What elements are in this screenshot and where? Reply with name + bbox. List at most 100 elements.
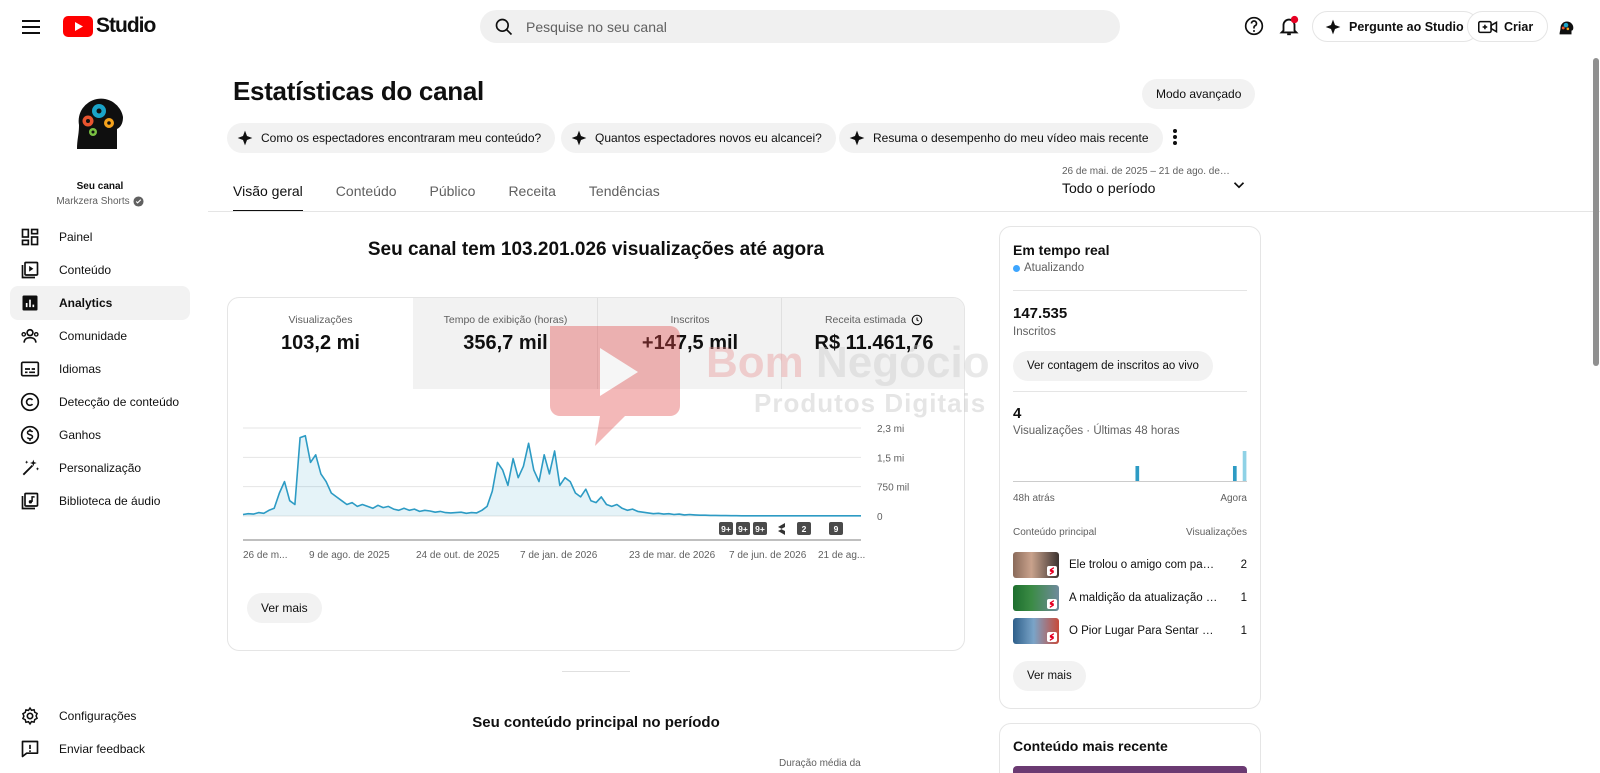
realtime-views-label: Visualizações · Últimas 48 horas (1013, 425, 1180, 437)
hamburger-menu-icon[interactable] (19, 15, 43, 39)
sidebar-item-biblioteca-audio[interactable]: Biblioteca de áudio (10, 484, 190, 518)
channel-label: Seu canal (76, 181, 124, 192)
account-avatar-icon[interactable] (1555, 16, 1577, 38)
video-thumbnail (1013, 618, 1059, 644)
sidebar-item-comunidade[interactable]: Comunidade (10, 319, 190, 353)
sidebar-item-conteudo[interactable]: Conteúdo (10, 253, 190, 287)
x-tick-label: 26 de m... (243, 550, 287, 561)
magic-wand-icon (22, 459, 40, 476)
metric-value: 356,7 mil (463, 332, 548, 354)
x-tick-label: 23 de mar. de 2026 (629, 550, 716, 561)
sparkle-icon (571, 130, 587, 146)
search-bar[interactable] (480, 10, 1120, 43)
sparkle-icon (237, 130, 253, 146)
publish-marker: 2 (797, 522, 811, 535)
metric-label-wrap: Receita estimada (782, 314, 964, 326)
metric-label: Visualizações (288, 314, 353, 326)
audio-library-icon (21, 492, 39, 510)
sidebar-item-feedback[interactable]: Enviar feedback (10, 732, 190, 766)
notifications-bell-icon[interactable] (1278, 15, 1300, 37)
youtube-studio-logo[interactable]: Studio (63, 14, 156, 38)
metric-value: +147,5 mil (641, 332, 739, 354)
sidebar-item-deteccao[interactable]: Detecção de conteúdo (10, 385, 190, 419)
tab-publico[interactable]: Público (430, 176, 476, 212)
y-tick-label: 750 mil (877, 483, 909, 494)
ask-studio-button[interactable]: Pergunte ao Studio (1312, 11, 1479, 42)
sidebar: Seu canal Markzera Shorts Painel Conteúd… (0, 52, 200, 773)
realtime-more-button[interactable]: Ver mais (1013, 661, 1086, 691)
date-range-picker[interactable]: 26 de mai. de 2025 – 21 de ago. de 2026 … (1062, 166, 1252, 196)
axis-end-label: Agora (1220, 493, 1247, 504)
realtime-title: Em tempo real (1013, 242, 1110, 258)
gear-icon (21, 706, 39, 726)
divider (1013, 391, 1247, 392)
metric-tab-subscribers[interactable]: Inscritos +147,5 mil (597, 298, 782, 389)
realtime-card: Em tempo real Atualizando 147.535 Inscri… (999, 226, 1261, 709)
shorts-icon (1047, 632, 1057, 642)
metric-tab-watch-time[interactable]: Tempo de exibição (horas) 356,7 mil (413, 298, 598, 389)
card-more-button[interactable]: Ver mais (247, 593, 322, 623)
metric-tab-views[interactable]: Visualizações 103,2 mi (228, 298, 413, 389)
help-icon[interactable] (1244, 16, 1264, 36)
top-content-title: Seu conteúdo principal no período (472, 714, 720, 731)
x-tick-label: 21 de ag... (818, 550, 865, 561)
youtube-logo-icon (63, 15, 93, 37)
search-input[interactable] (526, 18, 1086, 35)
publish-marker: 9+ (736, 522, 750, 535)
svg-text:9: 9 (834, 524, 839, 534)
live-dot-icon (1013, 264, 1020, 272)
views-chart[interactable]: 2,3 mi 1,5 mi 750 mil 0 9+ 9+ 9+ 2 9 26 de m... 9 … (228, 418, 964, 578)
metric-tab-revenue[interactable]: Receita estimada R$ 11.461,76 (781, 298, 964, 389)
sidebar-item-personalizacao[interactable]: Personalização (10, 451, 190, 485)
more-options-icon[interactable] (1168, 127, 1182, 147)
verified-badge-icon (133, 196, 144, 207)
top-content-column-label: Conteúdo principal (1013, 527, 1097, 538)
y-tick-label: 1,5 mi (877, 453, 904, 464)
live-subscriber-count-button[interactable]: Ver contagem de inscritos ao vivo (1013, 351, 1213, 381)
mini-bar (1135, 466, 1140, 481)
tab-receita[interactable]: Receita (508, 176, 555, 212)
realtime-status: Atualizando (1013, 262, 1084, 274)
top-bar: Studio Pergunte ao Studio Criar (0, 0, 1600, 52)
list-item[interactable]: O Pior Lugar Para Sentar no... 1 (1013, 616, 1247, 646)
channel-avatar[interactable] (73, 87, 129, 153)
channel-name[interactable]: Markzera Shorts (0, 196, 200, 207)
chevron-down-icon[interactable] (1230, 176, 1248, 194)
sparkle-icon (849, 130, 865, 146)
sidebar-item-analytics[interactable]: Analytics (10, 286, 190, 320)
x-tick-label: 7 de jan. de 2026 (520, 550, 598, 561)
x-tick-label: 7 de jun. de 2026 (729, 550, 807, 561)
sidebar-item-idiomas[interactable]: Idiomas (10, 352, 190, 386)
tab-tendencias[interactable]: Tendências (589, 176, 660, 212)
latest-content-card: Conteúdo mais recente (999, 723, 1261, 773)
create-button[interactable]: Criar (1467, 11, 1549, 42)
realtime-views-bars[interactable] (1013, 445, 1247, 487)
clock-icon (911, 314, 923, 326)
date-range-text: 26 de mai. de 2025 – 21 de ago. de 2026 (1062, 166, 1232, 177)
mini-bar (1242, 451, 1247, 481)
dollar-icon (20, 425, 40, 445)
tab-conteudo[interactable]: Conteúdo (336, 176, 397, 212)
list-item[interactable]: A maldição da atualização do... 1 (1013, 583, 1247, 613)
metric-label: Receita estimada (824, 314, 907, 326)
suggestion-chip-1[interactable]: Como os espectadores encontraram meu con… (227, 123, 556, 153)
metric-label: Inscritos (670, 314, 710, 326)
sidebar-item-ganhos[interactable]: Ganhos (10, 418, 190, 452)
svg-text:2: 2 (802, 524, 807, 534)
overview-card: Visualizações 103,2 mi Tempo de exibição… (227, 297, 965, 651)
sidebar-item-configuracoes[interactable]: Configurações (10, 699, 190, 733)
shorts-icon (1047, 599, 1057, 609)
svg-text:9+: 9+ (738, 524, 748, 534)
svg-text:9+: 9+ (755, 524, 765, 534)
analytics-icon (22, 295, 38, 311)
sidebar-item-painel[interactable]: Painel (10, 220, 190, 254)
scrollbar-thumb[interactable] (1593, 58, 1599, 366)
latest-video-thumbnail[interactable] (1013, 766, 1247, 773)
tab-visao-geral[interactable]: Visão geral (233, 176, 303, 212)
advanced-mode-button[interactable]: Modo avançado (1142, 79, 1256, 109)
publish-marker: 9+ (753, 522, 767, 535)
suggestion-chip-3[interactable]: Resuma o desempenho do meu vídeo mais re… (839, 123, 1163, 153)
suggestion-chip-2[interactable]: Quantos espectadores novos eu alcancei? (561, 123, 836, 153)
list-item[interactable]: Ele trolou o amigo com papel... 2 (1013, 550, 1247, 580)
create-video-icon (1478, 20, 1498, 33)
